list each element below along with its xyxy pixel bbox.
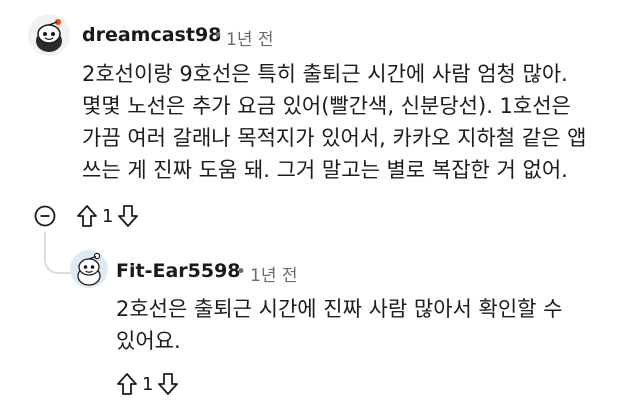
comment-text-line: 2호선이랑 9호선은 특히 출퇴근 시간에 사람 엄청 많아.	[82, 62, 568, 86]
downvote-button[interactable]	[117, 204, 139, 228]
vote-controls: 1	[116, 371, 179, 397]
thread-connector	[44, 232, 72, 274]
comment-text-line: 몇몇 노선은 추가 요금 있어(빨간색, 신분당선). 1호선은	[82, 94, 571, 118]
comment-text-line: 2호선은 출퇴근 시간에 진짜 사람 많아서 확인할 수	[116, 297, 563, 321]
downvote-button[interactable]	[157, 372, 179, 396]
comment-timestamp[interactable]: 1년 전	[226, 25, 274, 50]
vote-controls: 1	[76, 203, 139, 229]
comment-author[interactable]: dreamcast98	[82, 24, 221, 46]
comment-text-line: 있어요.	[116, 329, 181, 353]
collapse-minus-icon	[34, 205, 56, 227]
downvote-arrow-icon	[158, 373, 179, 395]
downvote-arrow-icon	[118, 205, 139, 227]
meta-separator: •	[213, 26, 224, 46]
user-avatar[interactable]	[28, 14, 70, 56]
vote-count: 1	[102, 205, 114, 227]
user-avatar[interactable]	[70, 250, 108, 288]
comment-author[interactable]: Fit-Ear5598	[116, 260, 241, 282]
meta-separator: •	[236, 262, 247, 282]
vote-count: 1	[142, 373, 154, 395]
comment-timestamp[interactable]: 1년 전	[250, 261, 298, 286]
upvote-arrow-icon	[77, 205, 97, 227]
upvote-arrow-icon	[117, 373, 137, 395]
upvote-button[interactable]	[76, 204, 98, 228]
avatar-snoo-dark-icon	[28, 14, 70, 56]
collapse-button[interactable]	[34, 205, 56, 227]
comment-text-line: 가끔 여러 갈래나 목적지가 있어서, 카카오 지하철 같은 앱	[82, 126, 587, 150]
avatar-snoo-light-icon	[70, 250, 108, 288]
upvote-button[interactable]	[116, 372, 138, 396]
comment-text-line: 쓰는 게 진짜 도움 돼. 그거 말고는 별로 복잡한 거 없어.	[82, 158, 568, 182]
